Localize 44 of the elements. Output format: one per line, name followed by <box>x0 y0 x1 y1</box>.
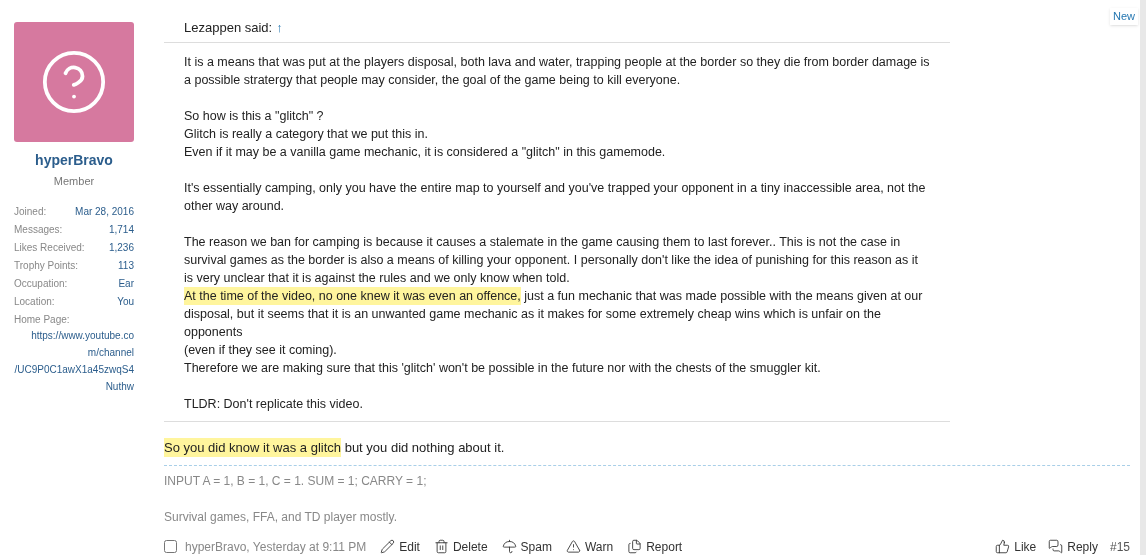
stat-label: Likes Received: <box>14 240 85 255</box>
stat-label: Home Page: <box>14 312 71 327</box>
stat-value: Mar 28, 2016 <box>75 204 134 219</box>
stat-label: Location: <box>14 294 55 309</box>
speech-bubbles-icon <box>1048 539 1064 554</box>
reply-text: So you did know it was a glitch but you did nothing about it. <box>164 436 506 459</box>
post-byline: hyperBravo, Yesterday at 9:11 PM <box>185 538 367 555</box>
quote-paragraph: TLDR: Don't replicate this video. <box>184 395 364 413</box>
signature-line: INPUT A = 1, B = 1, C = 1. SUM = 1; CARRY = 1; <box>164 472 428 490</box>
quote-paragraph: The reason we ban for camping is because it causes a stalemate in the game causing them to last forever.. This is not the case in survival games as the border is also a means of killing your opponent. I personally don't like the idea of punishing for this reason as it is very unclear that it is against the rules and we only know when told. At the time of the video, no one knew it was even an offence, just a fun mechanic that was made possible with the means given at our disposal, but it seems that it is an unwanted game mechanic as it makes for some extremely cheap wins which is unfair on the opponents (even if they see it coming). Therefore we are making sure that this 'glitch' won't be possible in the future nor with the chests of the smuggler kit. <box>184 233 924 377</box>
stat-value: 1,714 <box>108 222 134 237</box>
stat-label: Joined: <box>14 204 47 219</box>
quote-paragraph: So how is this a "glitch" ? Glitch is really a category that we put this in. Even if it may be a vanilla game mechanic, it is considered a "glitch" in this gamemode. <box>184 107 667 161</box>
quote-paragraph: It is a means that was put at the players disposal, both lava and water, trapping people at the border so they die from border damage is a possible stratergy that people may consider, the goal of the game being to kill everyone. <box>184 53 930 89</box>
warning-icon <box>565 539 581 554</box>
delete-link[interactable]: Delete <box>433 537 488 555</box>
like-link[interactable]: Like <box>995 537 1037 555</box>
new-tag: New <box>1110 8 1138 25</box>
report-link[interactable]: Report <box>627 537 683 555</box>
reply-link[interactable]: Reply <box>1048 537 1098 555</box>
jump-link[interactable]: ↑ <box>276 18 283 38</box>
documents-icon <box>627 539 643 554</box>
trash-icon <box>433 539 449 554</box>
post-number-link[interactable]: #15 <box>1109 537 1130 555</box>
warn-link[interactable]: Warn <box>565 537 614 555</box>
quote-author: Lezappen said: <box>184 19 273 37</box>
stat-value: 113 <box>118 258 134 273</box>
username-link[interactable]: hyperBravo <box>35 150 113 171</box>
thumbs-up-icon <box>995 539 1011 554</box>
stat-value: You <box>117 294 134 309</box>
select-checkbox[interactable] <box>164 540 177 553</box>
pencil-icon <box>380 539 396 554</box>
signature-line: Survival games, FFA, and TD player mostly. <box>164 508 398 526</box>
edit-link[interactable]: Edit <box>380 537 420 555</box>
stat-value: Ear <box>118 276 134 291</box>
umbrella-icon <box>501 539 517 554</box>
stat-label: Trophy Points: <box>14 258 79 273</box>
user-title: Member <box>53 174 95 189</box>
home-page-link[interactable]: https://www.youtube.co m/channel /UC9P0C1awX1a45zwqS4 Nuthw <box>14 326 134 395</box>
stat-label: Occupation: <box>14 276 68 291</box>
quote-paragraph: It's essentially camping, only you have the entire map to yourself and you've trapped your opponent in a tiny inaccessible area, not the other way around. <box>184 179 927 215</box>
stat-label: Messages: <box>14 222 63 237</box>
spam-link[interactable]: Spam <box>501 537 552 555</box>
stat-value: 1,236 <box>108 240 134 255</box>
